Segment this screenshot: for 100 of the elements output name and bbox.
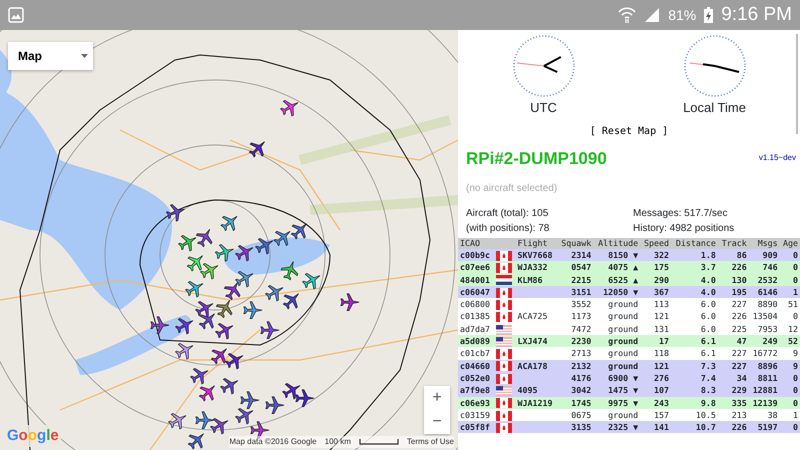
table-cell: 2325 ▼ [593, 421, 640, 434]
map-attribution: Map data ©2016 Google [229, 436, 317, 448]
clock-label: Local Time [683, 99, 746, 117]
table-cell: WJA332 [516, 261, 558, 274]
table-cell: 5197 [748, 421, 780, 434]
column-header[interactable]: ICAO [458, 238, 494, 249]
table-cell: 8890 [748, 298, 780, 310]
table-cell: 8150 ▼ [593, 249, 640, 262]
table-cell: 6900 ▼ [593, 372, 640, 384]
zoom-out-button[interactable]: − [424, 410, 450, 434]
gallery-icon [8, 7, 24, 23]
table-cell: 113 [640, 298, 672, 310]
clock-label: UTC [530, 99, 557, 117]
table-cell: a5d089 [458, 335, 494, 348]
caret-icon [81, 54, 88, 58]
table-cell: 226 [718, 421, 749, 434]
table-cell: 141 [640, 421, 672, 434]
table-cell: 4.0 [671, 286, 718, 298]
table-cell: 12050 ▼ [593, 286, 640, 298]
column-header[interactable]: Flight [516, 238, 558, 249]
table-cell: 47 [718, 335, 749, 348]
column-header[interactable]: Msgs [748, 238, 780, 249]
table-cell: 12881 [748, 384, 780, 397]
signal-icon [644, 7, 660, 23]
wifi-icon [618, 6, 636, 24]
table-cell: 746 [748, 261, 780, 274]
table-cell: 229 [718, 384, 749, 397]
table-cell: 4075 ▲ [593, 261, 640, 274]
table-cell: 4.0 [671, 274, 718, 286]
terms-link[interactable]: Terms of Use [406, 436, 454, 448]
zoom-in-button[interactable]: + [424, 386, 450, 410]
table-cell: a7f9e8 [458, 384, 494, 397]
table-cell: WJA1219 [516, 396, 558, 409]
table-cell: 1745 [557, 396, 594, 409]
table-cell: 8.3 [671, 384, 718, 397]
table-cell: 51 [780, 298, 800, 310]
table-cell: c06047 [458, 286, 494, 298]
table-cell: 4176 [557, 372, 594, 384]
table-cell: 6.0 [671, 298, 718, 310]
table-cell: 7472 [557, 322, 594, 336]
column-header[interactable]: Distance [671, 238, 718, 249]
table-cell: 909 [748, 249, 780, 262]
table-cell: 131 [640, 322, 672, 336]
table-cell: ACA178 [516, 360, 558, 372]
table-cell: 1475 ▼ [593, 384, 640, 397]
battery-charging-icon [704, 7, 714, 23]
clock-drawing [682, 34, 746, 98]
google-logo: Google [5, 424, 61, 447]
table-cell: 10.5 [671, 408, 718, 422]
table-cell: 0547 [557, 261, 594, 274]
stat-text: (with positions): 78 [466, 222, 550, 236]
table-cell: 9975 ▼ [593, 396, 640, 409]
table-cell: 290 [640, 274, 672, 286]
selection-status: (no aircraft selected) [465, 182, 558, 196]
table-cell: c07ee6 [458, 261, 494, 274]
column-header[interactable]: Track [718, 238, 749, 249]
column-header[interactable]: Age [780, 238, 800, 249]
table-cell: 484001 [458, 274, 494, 286]
version-label: v1.15~dev [758, 152, 796, 164]
table-cell: ad7da7 [458, 322, 494, 336]
table-cell: 2230 [557, 335, 594, 348]
map-type-dropdown[interactable]: Map [8, 42, 93, 70]
table-cell: 0 [780, 421, 800, 434]
table-cell: 7.4 [671, 372, 718, 384]
table-cell: 9.8 [671, 396, 718, 409]
table-cell: 367 [640, 286, 672, 298]
table-cell: 86 [718, 249, 749, 262]
table-cell: 157 [640, 408, 672, 422]
table-cell: 322 [640, 249, 672, 262]
table-cell: 0 [780, 261, 800, 274]
table-cell: SKV7668 [516, 249, 558, 262]
table-cell: ground [593, 360, 640, 372]
table-cell: c06e93 [458, 396, 494, 409]
table-cell: 0675 [557, 408, 594, 422]
column-header[interactable]: Speed [640, 238, 672, 249]
stat-text: Messages: 517.7/sec [633, 207, 728, 221]
table-cell: LXJ474 [516, 335, 558, 348]
table-cell: ground [593, 408, 640, 422]
table-cell: 1.8 [671, 249, 718, 262]
table-cell: 17 [640, 335, 672, 348]
table-cell: c05f8f [458, 421, 494, 434]
column-header[interactable]: Squawk [557, 238, 594, 249]
map-drawing[interactable] [0, 30, 458, 450]
table-cell: c052e0 [458, 372, 494, 384]
scale-bar [358, 439, 399, 445]
table-cell: 6.1 [671, 335, 718, 348]
table-cell: 52 [780, 335, 800, 348]
column-header[interactable]: Altitude [593, 238, 640, 249]
table-cell: ground [593, 298, 640, 310]
table-cell: 10.7 [671, 421, 718, 434]
table-cell: 2132 [557, 360, 594, 372]
reset-map-button[interactable]: [ Reset Map ] [590, 124, 668, 138]
table-cell: 175 [640, 261, 672, 274]
table-cell: 3135 [557, 421, 594, 434]
table-cell: 0 [780, 384, 800, 397]
table-cell: KLM86 [516, 274, 558, 286]
scale-label: 100 km [324, 436, 351, 448]
table-cell: 3151 [557, 286, 594, 298]
site-title: RPi#2-DUMP1090 [466, 148, 607, 170]
table-cell: 276 [640, 372, 672, 384]
